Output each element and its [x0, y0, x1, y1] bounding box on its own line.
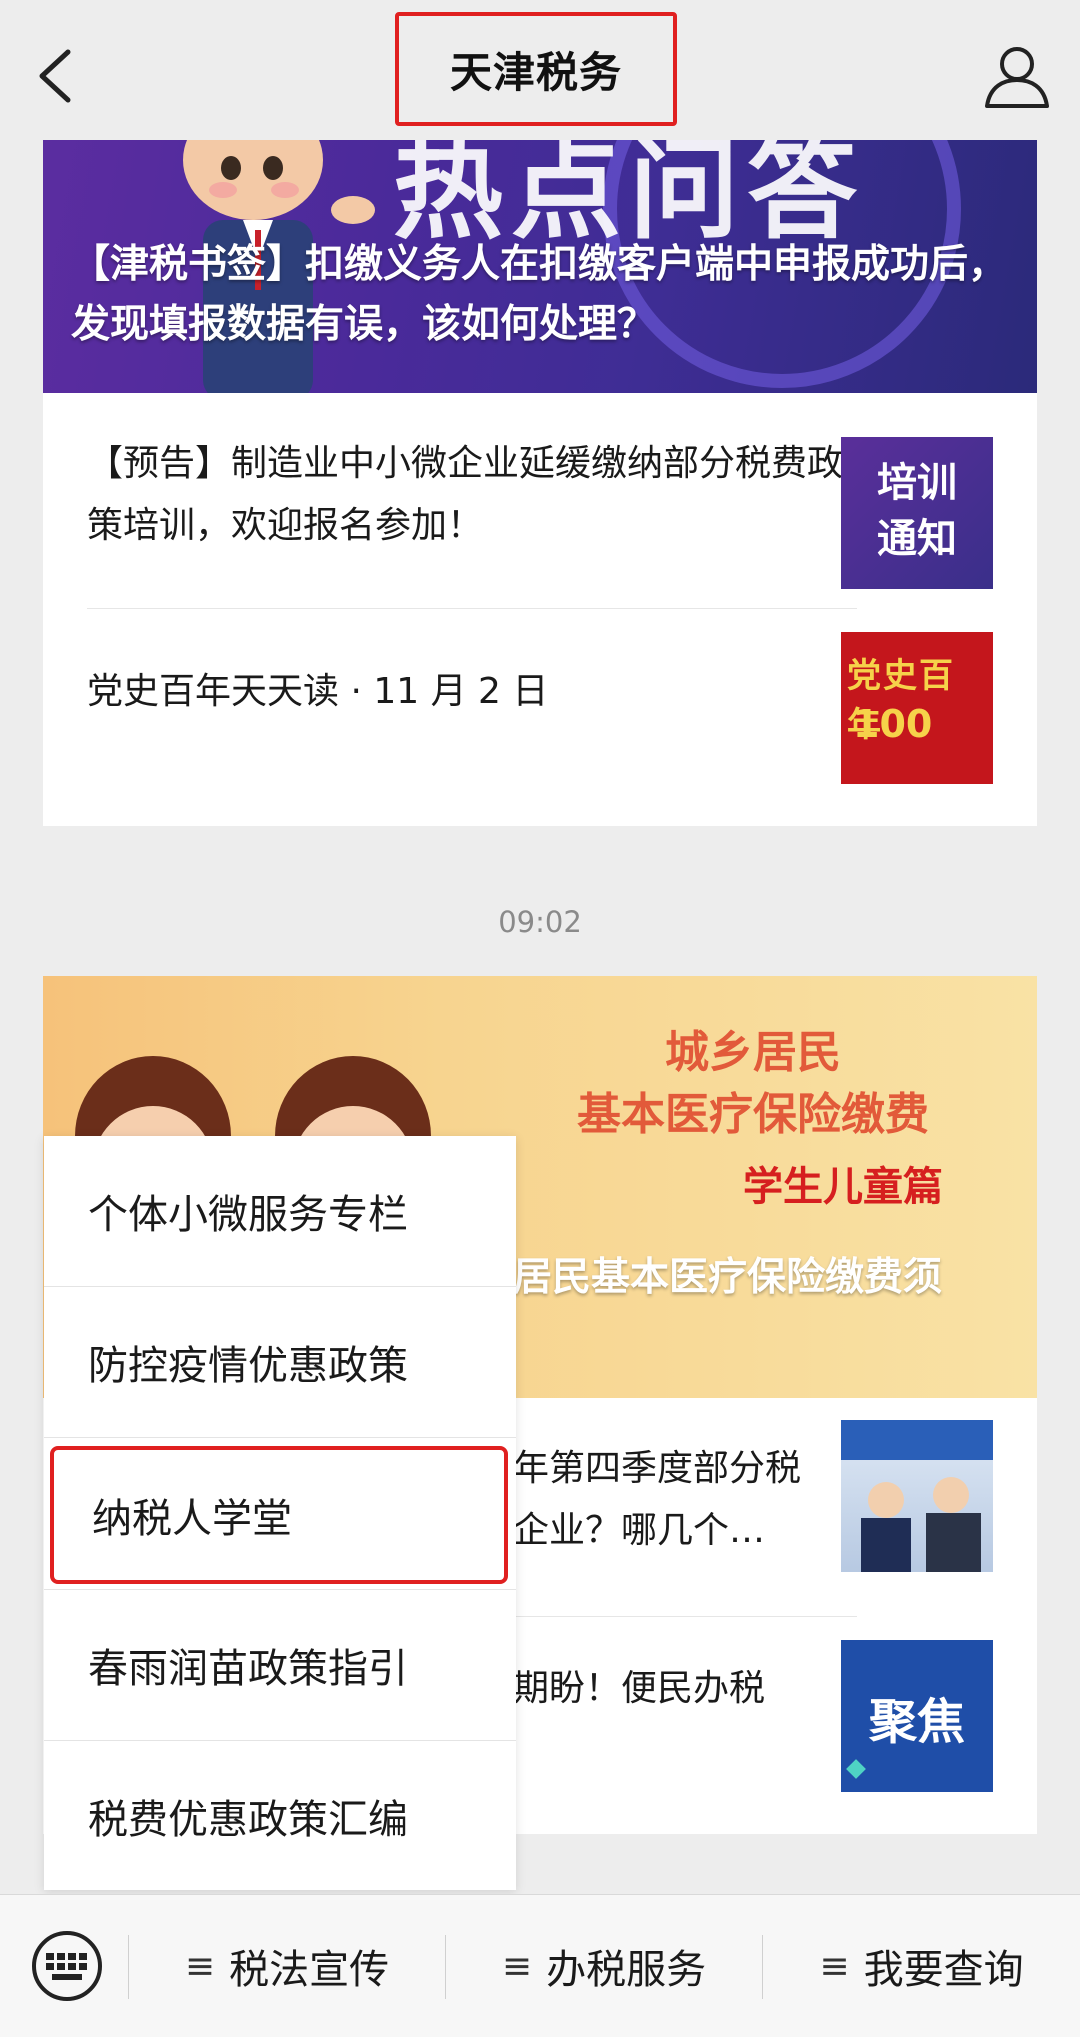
- menu-item-small-business[interactable]: 个体小微服务专栏: [44, 1136, 516, 1286]
- menu-lines-icon: ≡: [501, 1945, 533, 1987]
- menu-item-preferential-policy[interactable]: 税费优惠政策汇编: [44, 1741, 516, 1890]
- message-timestamp: 09:02: [498, 905, 582, 939]
- divider: [513, 1616, 857, 1617]
- menu-item-epidemic-policy[interactable]: 防控疫情优惠政策: [44, 1287, 516, 1437]
- page-title: 天津税务: [449, 47, 622, 97]
- banner-subheading: 学生儿童篇: [743, 1164, 943, 1210]
- menu-divider: [44, 1437, 516, 1438]
- photo-thumbnail: [841, 1420, 993, 1572]
- banner-heading-2: 基本医疗保险缴费: [577, 1089, 929, 1140]
- page-title-box: 天津税务: [395, 12, 677, 126]
- menu-lines-icon: ≡: [819, 1945, 850, 1987]
- banner-caption: 【津税书签】扣缴义务人在扣缴客户端中申报成功后，发现填报数据有误，该如何处理？: [71, 242, 1008, 347]
- chevron-left-icon[interactable]: [32, 46, 80, 106]
- list-item[interactable]: 【预告】制造业中小微企业延缓缴纳部分税费政策培训，欢迎报名参加！ 培训 通知: [43, 393, 1037, 589]
- tab-inquiry[interactable]: ≡ 我要查询: [763, 1895, 1080, 2037]
- article-title-line: 年第四季度部分税: [513, 1448, 802, 1489]
- article-title: 党史百年天天读 · 11 月 2 日: [87, 671, 549, 712]
- divider: [87, 608, 857, 609]
- popup-menu: 个体小微服务专栏 防控疫情优惠政策 纳税人学堂 春雨润苗政策指引 税费优惠政策汇…: [44, 1136, 516, 1890]
- thumbnail-number: 100: [853, 702, 933, 746]
- tab-label: 税法宣传: [229, 1947, 390, 1993]
- article-title-line: 企业？哪几个…: [513, 1510, 766, 1551]
- banner-heading-1: 城乡居民: [665, 1027, 841, 1078]
- thumbnail-decoration: [846, 1759, 866, 1779]
- menu-lines-icon: ≡: [184, 1945, 216, 1987]
- article-title-line: 期盼！便民办税: [513, 1668, 766, 1709]
- tab-label: 我要查询: [863, 1947, 1024, 1993]
- tab-tax-services[interactable]: ≡ 办税服务: [446, 1895, 762, 2037]
- user-icon[interactable]: [982, 44, 1052, 110]
- menu-item-spring-rain-guide[interactable]: 春雨润苗政策指引: [44, 1590, 516, 1740]
- list-item[interactable]: 党史百年天天读 · 11 月 2 日 党史百年 100: [43, 610, 1037, 805]
- article-group-card: 热点问答 【津税书签】扣缴义务人在扣缴客户端中申报成功后，发现填报数据有误，该如…: [43, 140, 1037, 826]
- article-title: 【预告】制造业中小微企业延缓缴纳部分税费政策培训，欢迎报名参加！: [87, 443, 844, 546]
- tab-label: 办税服务: [546, 1947, 707, 1993]
- article-thumbnail: 培训 通知: [841, 437, 993, 589]
- menu-item-taxpayer-school[interactable]: 纳税人学堂: [50, 1446, 508, 1584]
- article-thumbnail: 党史百年 100: [841, 632, 993, 784]
- thumbnail-text: 聚焦: [868, 1694, 965, 1750]
- header-bar: 天津税务: [0, 0, 1080, 140]
- thumbnail-text: 培训 通知: [877, 460, 957, 562]
- banner-caption: 居民基本医疗保险缴费须: [513, 1255, 943, 1300]
- article-thumbnail: 聚焦: [841, 1640, 993, 1792]
- bottom-menu-bar: ≡ 税法宣传 ≡ 办税服务 ≡ 我要查询: [0, 1894, 1080, 2037]
- article-thumbnail: [841, 1420, 993, 1572]
- keyboard-icon[interactable]: [28, 1929, 106, 2003]
- tab-tax-law-promotion[interactable]: ≡ 税法宣传: [129, 1895, 445, 2037]
- featured-article-banner[interactable]: 热点问答 【津税书签】扣缴义务人在扣缴客户端中申报成功后，发现填报数据有误，该如…: [43, 140, 1037, 393]
